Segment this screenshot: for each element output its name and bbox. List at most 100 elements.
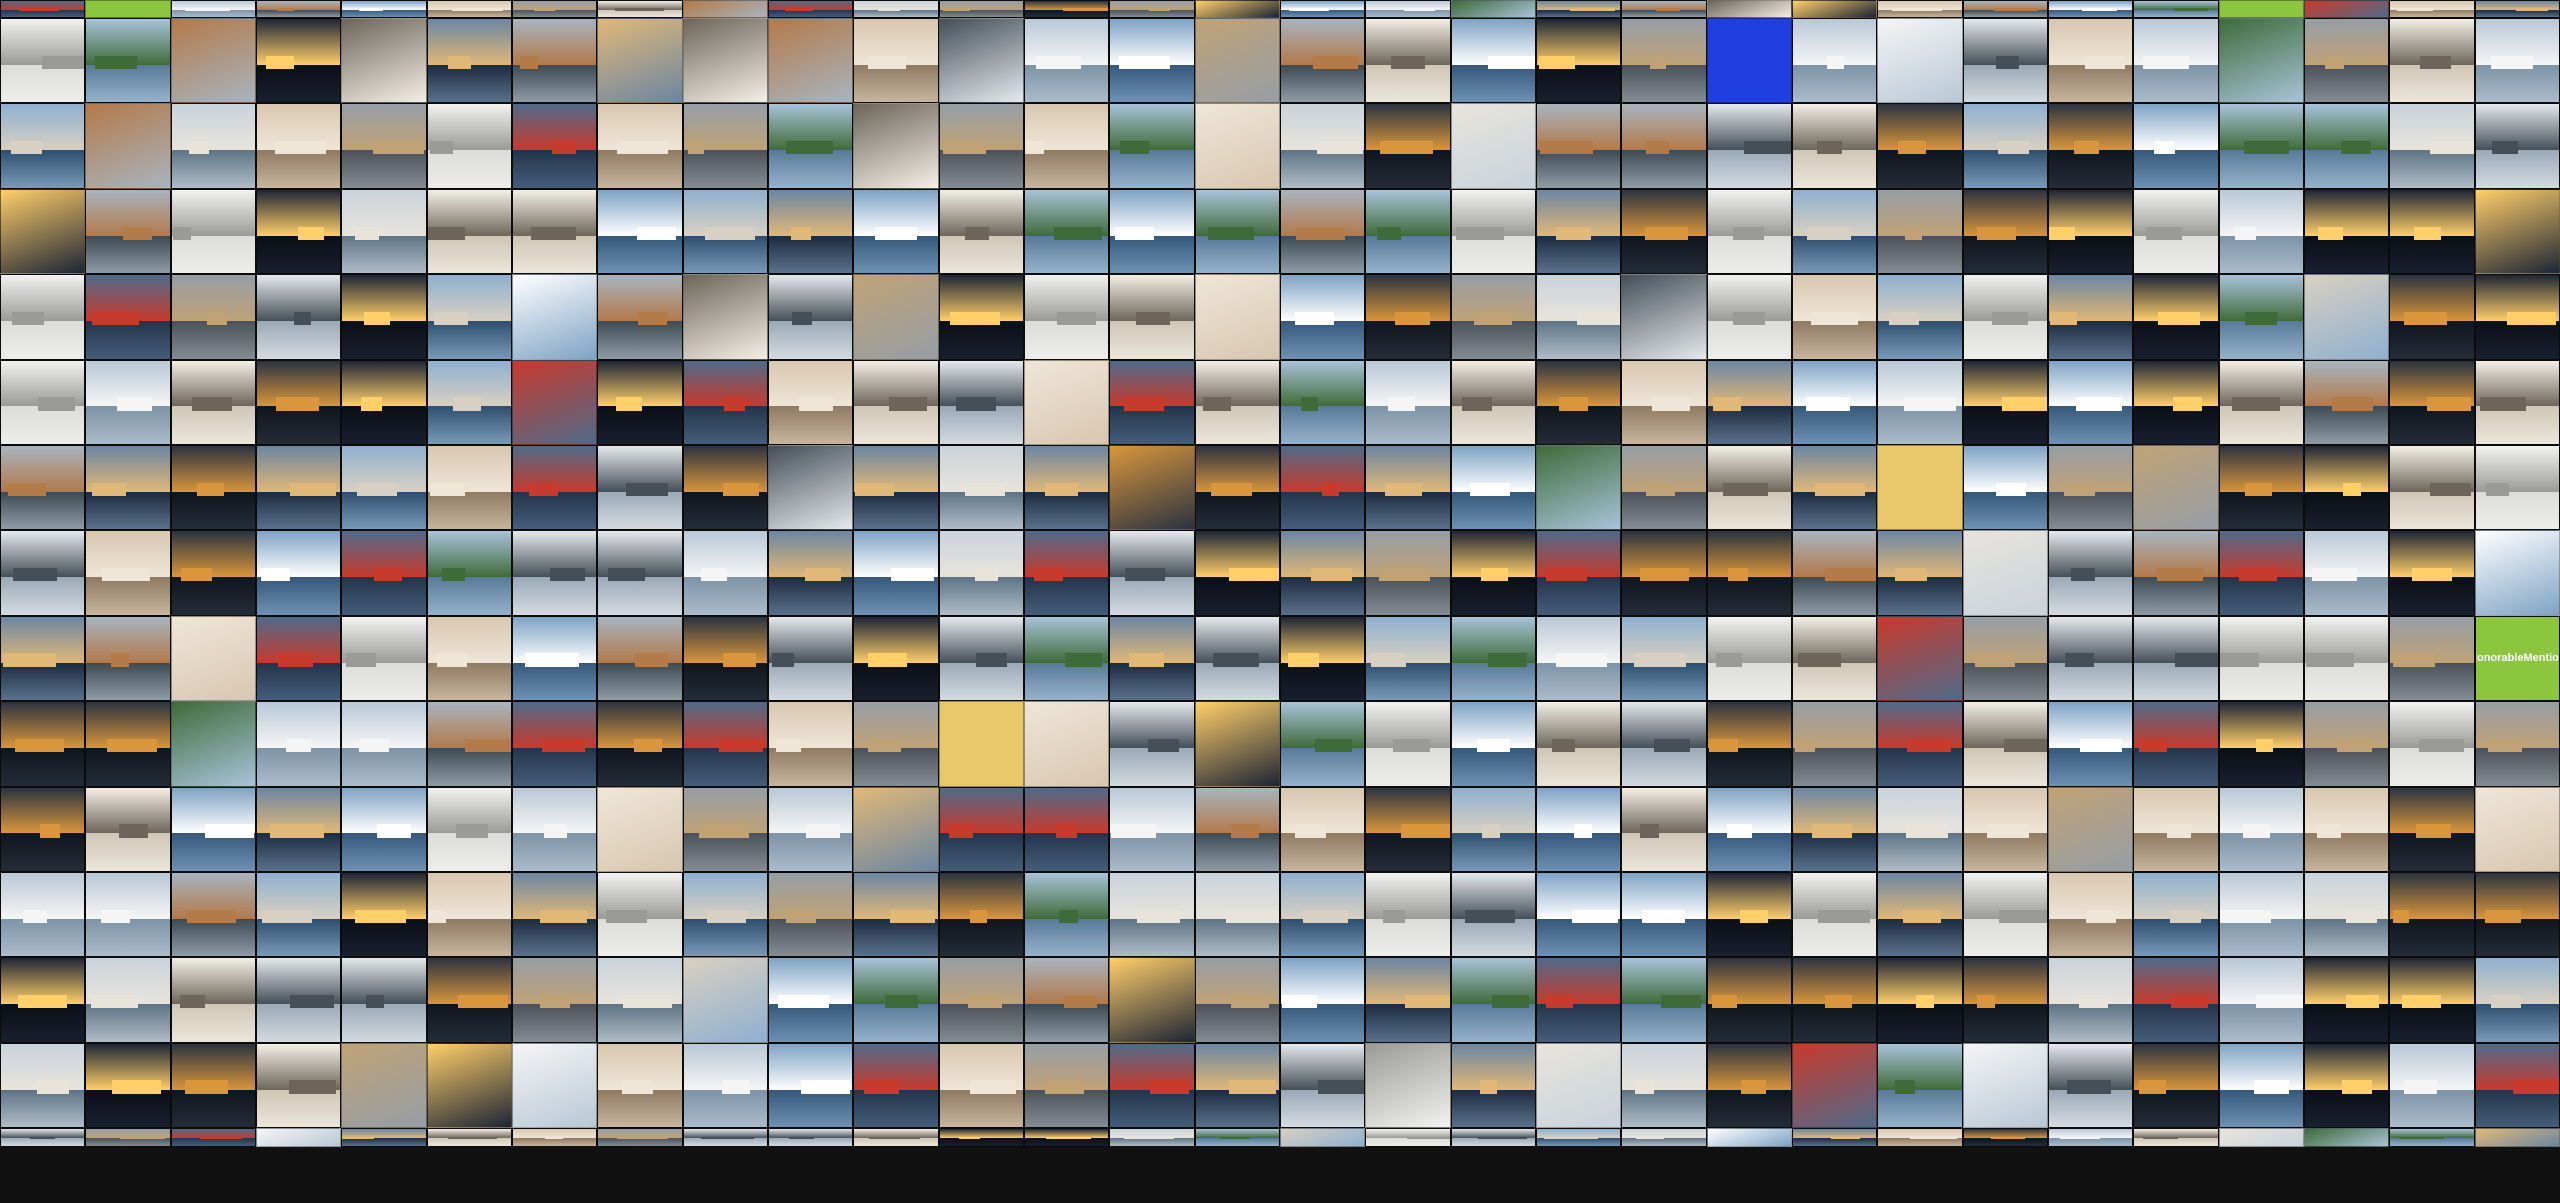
thumbnail-tile xyxy=(2218,103,2304,189)
thumbnail-tile xyxy=(85,274,171,360)
tile-water xyxy=(769,321,853,359)
tile-water xyxy=(683,577,767,615)
tile-water xyxy=(2390,748,2474,786)
tile-building xyxy=(965,226,989,240)
tile-building xyxy=(1997,141,2029,155)
tile-water xyxy=(769,748,853,786)
tile-building xyxy=(539,995,570,1009)
tile-water xyxy=(2049,406,2133,444)
tile-water xyxy=(1622,918,1706,957)
tile-water xyxy=(1707,1004,1791,1042)
tile-water xyxy=(854,9,938,17)
tile-building xyxy=(1404,995,1450,1009)
thumbnail-tile xyxy=(1024,957,1110,1043)
thumbnail-tile xyxy=(170,871,256,958)
thumbnail-tile xyxy=(0,188,86,275)
tile-water xyxy=(1110,64,1194,103)
tile-building xyxy=(528,482,558,496)
tile-water xyxy=(1,662,85,701)
tile-building xyxy=(625,482,669,496)
tile-building xyxy=(1817,141,1843,155)
tile-building xyxy=(1210,482,1253,496)
tile-water xyxy=(513,1138,597,1147)
tile-water xyxy=(1366,662,1450,701)
thumbnail-tile xyxy=(1877,18,1963,104)
tile-sky xyxy=(427,531,511,578)
tile-water xyxy=(2475,64,2559,103)
tile-building xyxy=(2430,141,2474,155)
tile-building xyxy=(1228,1080,1277,1094)
thumbnail-tile xyxy=(1194,615,1280,702)
thumbnail-tile xyxy=(1365,188,1451,275)
tile-building xyxy=(634,738,663,753)
tile-building xyxy=(636,226,676,240)
tile-building xyxy=(1034,568,1064,582)
tile-water xyxy=(1195,577,1279,615)
thumbnail-tile xyxy=(1194,188,1280,275)
tile-building xyxy=(1464,909,1515,923)
thumbnail-tile xyxy=(0,957,86,1043)
tile-building xyxy=(1726,824,1752,838)
tile-water xyxy=(342,833,426,871)
thumbnail-tile xyxy=(938,871,1024,958)
thumbnail-tile xyxy=(0,359,86,445)
thumbnail-tile xyxy=(1109,0,1195,18)
tile-building xyxy=(614,8,665,11)
tile-water xyxy=(86,918,170,957)
tile-building xyxy=(1318,1080,1365,1094)
tile-building xyxy=(890,568,935,582)
tile-building xyxy=(2392,653,2436,667)
tile-building xyxy=(2318,226,2344,240)
tile-water xyxy=(2305,235,2389,274)
thumbnail-tile xyxy=(2474,786,2560,872)
thumbnail-tile xyxy=(426,530,512,616)
tile-building xyxy=(1371,653,1407,667)
tile-building xyxy=(290,482,337,496)
tile-building xyxy=(342,1136,374,1140)
thumbnail-tile xyxy=(2474,188,2560,275)
tile-building xyxy=(276,397,319,411)
thumbnail-tile xyxy=(85,957,171,1043)
tile-building xyxy=(2403,1080,2437,1094)
thumbnail-tile xyxy=(2389,786,2475,872)
tile-water xyxy=(2390,918,2474,957)
thumbnail-tile xyxy=(170,188,256,275)
thumbnail-tile xyxy=(2389,1128,2475,1148)
tile-water xyxy=(2390,577,2474,615)
thumbnail-tile xyxy=(768,1042,854,1129)
tile-building xyxy=(15,738,65,753)
tile-water xyxy=(1451,321,1535,359)
thumbnail-tile xyxy=(682,18,768,104)
tile-building xyxy=(1556,226,1592,240)
tile-water xyxy=(1537,662,1621,701)
tile-water xyxy=(683,833,767,871)
tile-building xyxy=(2157,311,2201,326)
tile-water xyxy=(1281,748,1365,786)
thumbnail-tile xyxy=(1365,957,1451,1043)
thumbnail-tile xyxy=(1024,18,1110,104)
tile-building xyxy=(290,995,335,1009)
tile-water xyxy=(171,9,255,17)
tile-water xyxy=(171,150,255,188)
thumbnail-tile xyxy=(2218,0,2304,18)
thumbnail-tile xyxy=(853,0,939,18)
tile-building xyxy=(2324,55,2345,70)
tile-sky xyxy=(2134,104,2218,151)
tile-water xyxy=(171,491,255,530)
thumbnail-tile xyxy=(2048,444,2134,531)
thumbnail-tile xyxy=(2048,871,2134,958)
tile-building xyxy=(2166,824,2191,838)
tile-water xyxy=(1110,9,1194,17)
thumbnail-tile xyxy=(1194,274,1280,360)
tile-building xyxy=(1395,311,1431,326)
thumbnail-tile xyxy=(1280,615,1366,702)
thumbnail-tile xyxy=(1792,103,1878,189)
thumbnail-tile xyxy=(768,615,854,702)
thumbnail-tile xyxy=(256,188,342,275)
tile-building xyxy=(10,141,42,155)
thumbnail-tile xyxy=(597,786,683,872)
tile-water xyxy=(1963,833,2047,871)
tile-water xyxy=(1793,662,1877,701)
tile-building xyxy=(1991,311,2028,326)
tile-building xyxy=(1996,482,2027,496)
